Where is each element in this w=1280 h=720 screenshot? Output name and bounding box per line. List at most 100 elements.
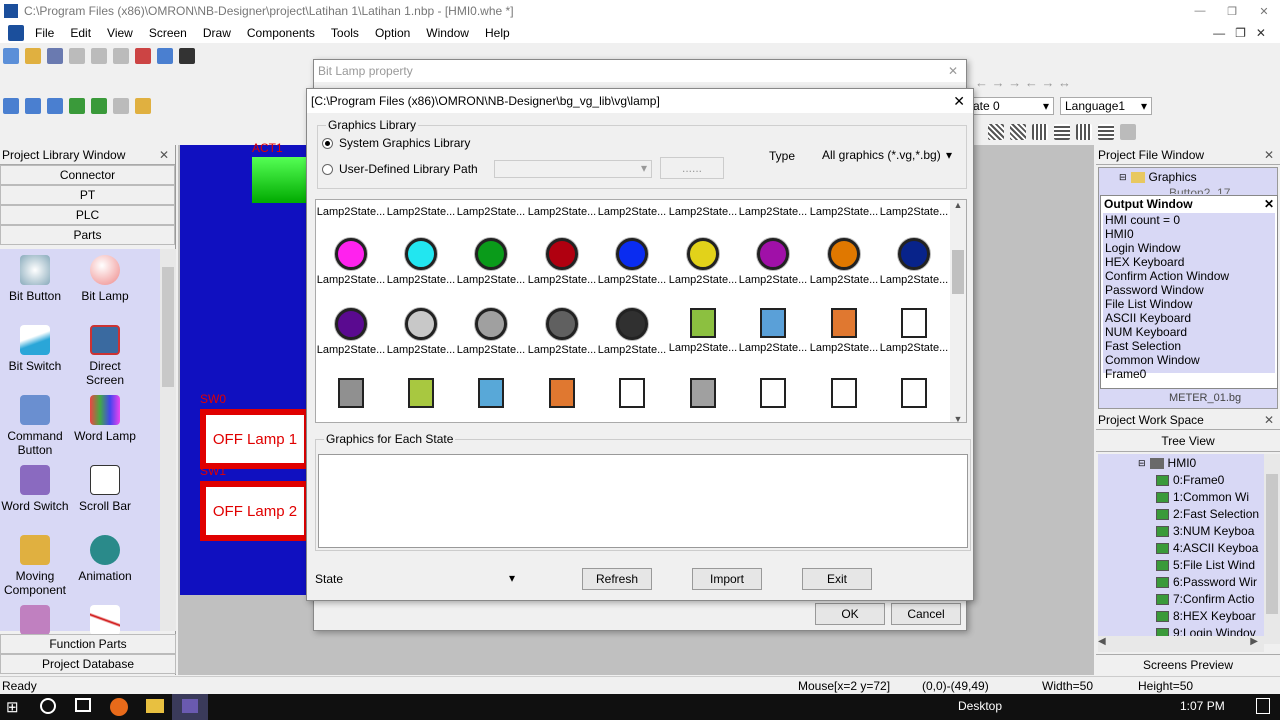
graphic-cell[interactable]: Lamp2State... [386, 308, 456, 356]
ok-button[interactable]: OK [815, 603, 885, 625]
graphic-cell[interactable]: Lamp2State... [527, 238, 597, 286]
graphic-cell[interactable]: Lamp2State... [597, 308, 667, 356]
graphic-cell[interactable]: Lamp2State... [527, 206, 597, 218]
grid-scroll-thumb[interactable] [952, 250, 964, 294]
graphic-cell[interactable]: Lamp2State... [879, 238, 949, 286]
graphic-cell[interactable]: Lamp2State... [879, 206, 949, 218]
graphic-cell[interactable]: Lamp2State... [879, 308, 949, 354]
mdi-controls[interactable]: — ❐ ✕ [1213, 26, 1266, 40]
graphic-cell[interactable] [527, 378, 597, 412]
animation-part[interactable]: Animation [70, 535, 140, 583]
save-icon[interactable] [47, 48, 63, 64]
bit-lamp-part[interactable]: Bit Lamp [70, 255, 140, 303]
word-lamp-part[interactable]: Word Lamp [70, 395, 140, 443]
graphic-cell[interactable]: Lamp2State... [809, 206, 879, 218]
graphics-node[interactable]: ⊟ Graphics [1119, 170, 1197, 184]
graphic-cell[interactable]: Lamp2State... [456, 308, 526, 356]
graphic-cell[interactable]: Lamp2State... [456, 206, 526, 218]
direct-screen-part[interactable]: Direct Screen [70, 325, 140, 387]
graphic-cell[interactable]: Lamp2State... [597, 206, 667, 218]
moving-component-part[interactable]: Moving Component [0, 535, 70, 597]
close-icon[interactable]: ✕ [1264, 413, 1274, 427]
graphic-cell[interactable]: Lamp2State... [316, 206, 386, 218]
menu-draw[interactable]: Draw [195, 26, 239, 40]
graphic-cell[interactable]: Lamp2State... [738, 308, 808, 354]
screen-node[interactable]: 7:Confirm Actio [1156, 592, 1254, 606]
restore-button[interactable]: ❐ [1216, 0, 1248, 22]
hatch-icon-2[interactable] [1010, 124, 1026, 140]
graphic-cell[interactable]: Lamp2State... [456, 238, 526, 286]
desktop-toolbar[interactable]: Desktop [958, 699, 1002, 713]
paste-icon[interactable] [113, 48, 129, 64]
graphic-cell[interactable] [456, 378, 526, 412]
hmi-canvas[interactable]: ACT1 SW0 OFF Lamp 1 SW1 OFF Lamp 2 [180, 141, 310, 595]
menu-file[interactable]: File [27, 26, 62, 40]
graphic-cell[interactable] [597, 378, 667, 412]
font-icon[interactable] [135, 98, 151, 114]
window-icon[interactable] [25, 98, 41, 114]
menu-help[interactable]: Help [477, 26, 518, 40]
hmi0-node[interactable]: ⊟ HMI0 [1138, 456, 1196, 470]
screen-node[interactable]: 3:NUM Keyboa [1156, 524, 1254, 538]
picture-icon[interactable] [91, 98, 107, 114]
notifications-icon[interactable] [1256, 698, 1270, 714]
screen-node[interactable]: 2:Fast Selection [1156, 507, 1259, 521]
graphic-cell[interactable] [879, 378, 949, 412]
screen-node[interactable]: 1:Common Wi [1156, 490, 1249, 504]
graphic-cell[interactable] [386, 378, 456, 412]
graphic-cell[interactable]: Lamp2State... [809, 238, 879, 286]
tree-view-tab[interactable]: Tree View [1096, 430, 1280, 452]
graphic-cell[interactable]: Lamp2State... [738, 238, 808, 286]
lamp1-button[interactable]: OFF Lamp 1 [200, 409, 310, 469]
arrow-icons[interactable]: ← → → ← → ↔ [975, 75, 1071, 90]
function-parts-button[interactable]: Function Parts [0, 634, 176, 654]
cross-icon[interactable] [1120, 124, 1136, 140]
workspace-hscroll[interactable]: ◀ ▶ [1098, 636, 1264, 652]
refresh-button[interactable]: Refresh [582, 568, 652, 590]
screen-node[interactable]: 4:ASCII Keyboa [1156, 541, 1258, 555]
word-switch-part[interactable]: Word Switch [0, 465, 70, 513]
grid-icon[interactable] [47, 98, 63, 114]
project-database-button[interactable]: Project Database [0, 654, 176, 674]
menu-screen[interactable]: Screen [141, 26, 195, 40]
bit-switch-part[interactable]: Bit Switch [0, 325, 70, 373]
pt-button[interactable]: PT [0, 185, 175, 205]
exit-button[interactable]: Exit [802, 568, 872, 590]
meter-node[interactable]: METER_01.bg [1169, 392, 1241, 404]
graphic-cell[interactable]: Lamp2State... [738, 206, 808, 218]
menu-view[interactable]: View [99, 26, 141, 40]
graphic-cell[interactable]: Lamp2State... [668, 238, 738, 286]
cut-icon[interactable] [69, 48, 85, 64]
graphic-cell[interactable] [316, 378, 386, 412]
explorer-icon[interactable] [146, 699, 164, 713]
browse-button[interactable]: ...... [660, 157, 724, 179]
lamp2-button[interactable]: OFF Lamp 2 [200, 481, 310, 541]
clock[interactable]: 1:07 PM [1180, 699, 1225, 713]
command-button-part[interactable]: Command Button [0, 395, 70, 457]
vlines-icon-2[interactable] [1076, 124, 1092, 140]
new-icon[interactable] [3, 48, 19, 64]
graphic-cell[interactable] [738, 378, 808, 412]
connector-button[interactable]: Connector [0, 165, 175, 185]
graphic-cell[interactable]: Lamp2State... [316, 238, 386, 286]
scroll-bar-part[interactable]: Scroll Bar [70, 465, 140, 513]
menu-option[interactable]: Option [367, 26, 418, 40]
state-select[interactable]: ate 0 ▾ [968, 97, 1054, 115]
graphic-cell[interactable]: Lamp2State... [527, 308, 597, 356]
music-icon[interactable] [113, 98, 129, 114]
plc-button[interactable]: PLC [0, 205, 175, 225]
graphic-cell[interactable] [668, 378, 738, 412]
user-lib-radio[interactable]: User-Defined Library Path [322, 162, 478, 176]
state-combo[interactable]: ▾ [351, 569, 519, 589]
menu-tools[interactable]: Tools [323, 26, 367, 40]
open-icon[interactable] [25, 48, 41, 64]
graphic-cell[interactable]: Lamp2State... [386, 238, 456, 286]
screens-preview-tab[interactable]: Screens Preview [1096, 654, 1280, 674]
graphic-cell[interactable]: Lamp2State... [668, 308, 738, 354]
system-lib-radio[interactable]: System Graphics Library [322, 136, 470, 150]
hlines-icon[interactable] [1054, 124, 1070, 140]
undo-icon[interactable] [157, 48, 173, 64]
screen-icon[interactable] [3, 98, 19, 114]
find-icon[interactable] [179, 48, 195, 64]
language-select[interactable]: Language1 ▾ [1060, 97, 1152, 115]
